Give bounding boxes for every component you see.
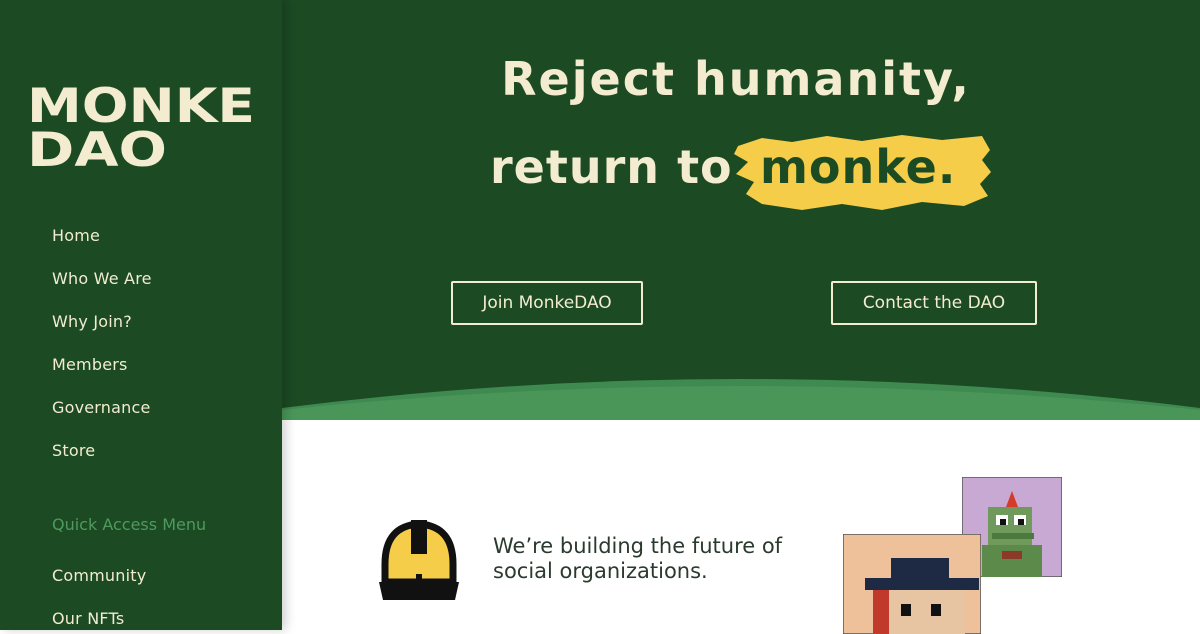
hero-headline-highlight: monke. [760,140,957,194]
hero-section: Reject humanity, return to monke. Join M… [282,0,1200,420]
quick-item-our-nfts[interactable]: Our NFTs [52,609,124,628]
hero-headline-line1: Reject humanity, [501,52,971,106]
nav-item-store[interactable]: Store [52,441,95,460]
hero-headline-prefix: return to [490,140,733,194]
join-monkedao-button[interactable]: Join MonkeDAO [451,281,643,325]
quick-item-community[interactable]: Community [52,566,146,585]
intro-tagline: We’re building the future of social orga… [493,534,783,583]
nav-item-members[interactable]: Members [52,355,128,374]
svg-text:DAO: DAO [27,123,167,170]
nav-item-governance[interactable]: Governance [52,398,151,417]
hat-monke-nft-avatar [843,534,981,634]
nav-item-why-join[interactable]: Why Join? [52,312,132,331]
hero-wave-divider [282,379,1200,420]
quick-access-title: Quick Access Menu [52,515,207,534]
monkedao-logo[interactable]: MONKE DAO [27,80,257,170]
intro-section: We’re building the future of social orga… [282,410,1200,634]
sidebar: MONKE DAO Home Who We Are Why Join? Memb… [0,0,282,630]
nav-item-home[interactable]: Home [52,226,100,245]
contact-dao-button[interactable]: Contact the DAO [831,281,1037,325]
hard-hat-icon [379,520,459,600]
nav-item-who-we-are[interactable]: Who We Are [52,269,152,288]
